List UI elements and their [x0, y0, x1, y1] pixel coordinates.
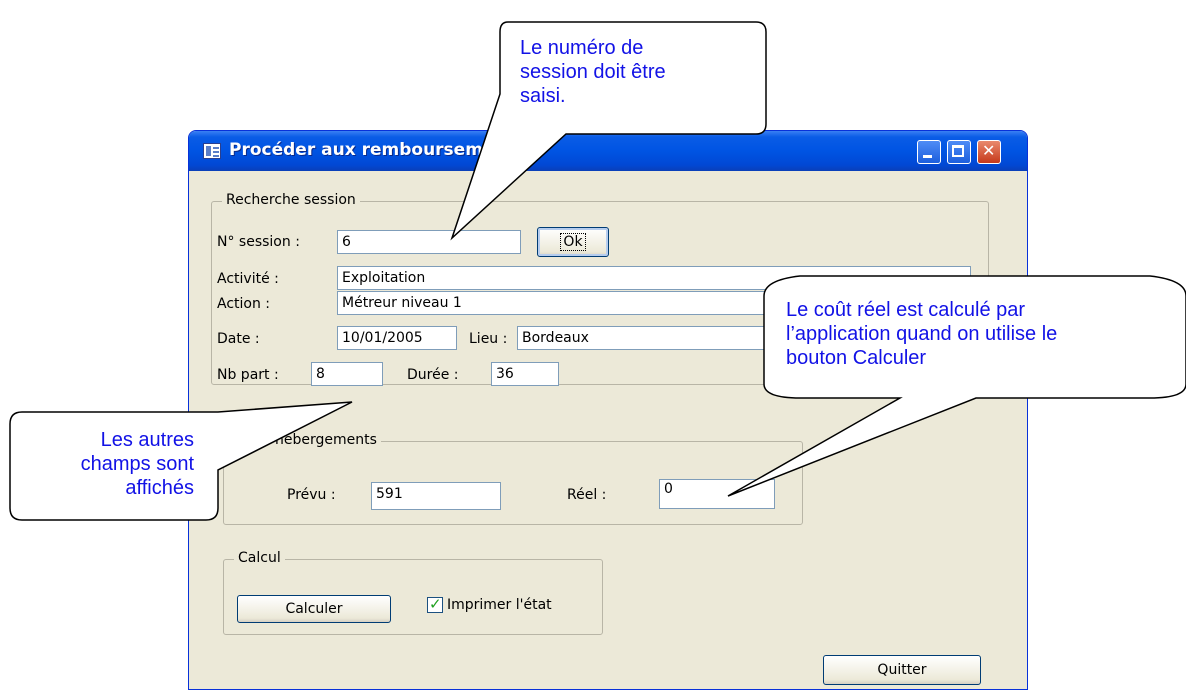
autres-callout-text: Les autres champs sont affichés	[24, 428, 194, 500]
autres-callout-line3: affichés	[125, 477, 194, 499]
autres-callout-line2: champs sont	[80, 453, 194, 475]
autres-callout-shape	[9, 401, 353, 521]
autres-callout-line1: Les autres	[100, 429, 194, 451]
